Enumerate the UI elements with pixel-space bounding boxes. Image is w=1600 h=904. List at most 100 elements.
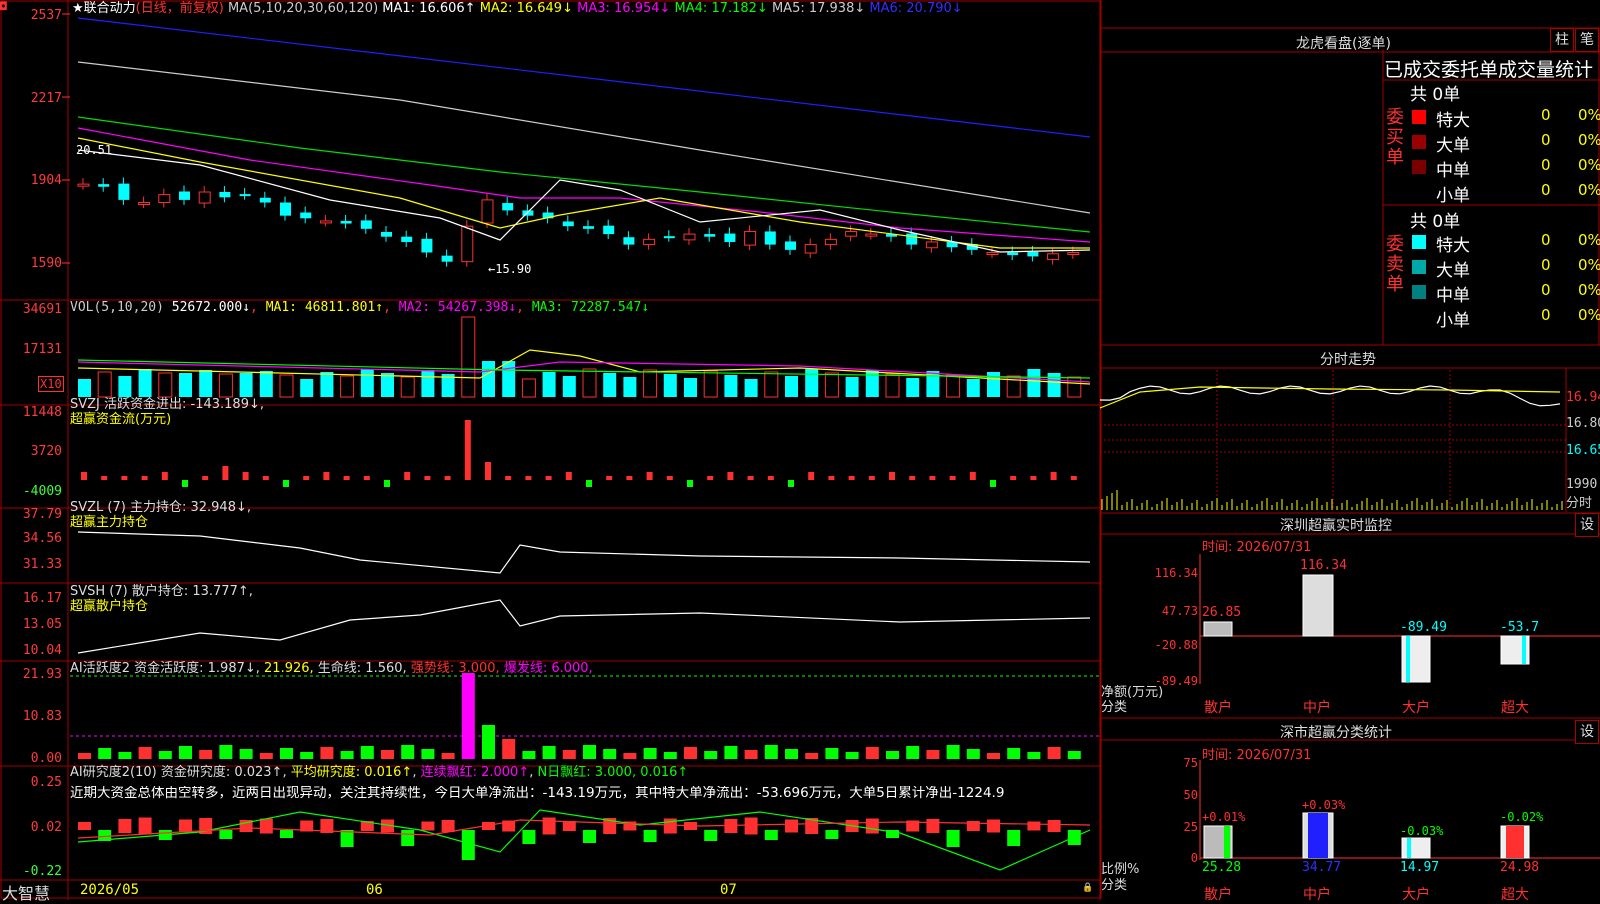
svzj-sub: 超赢资金流(万元) — [70, 412, 172, 427]
activity-bar — [381, 750, 394, 759]
candle-up — [744, 230, 757, 246]
fund-bar-in — [1050, 472, 1057, 480]
ai2-lx: 连续飘红: 2.000↑ — [420, 765, 530, 780]
classify-change: -0.03% — [1400, 824, 1444, 838]
svsh-sub: 超赢散户持仓 — [70, 599, 149, 614]
vol-bar-down — [179, 373, 192, 397]
main-panel-header: ★联合动力(日线，前复权) MA(5,10,20,30,60,120) MA1:… — [72, 2, 963, 16]
vol-bar-down — [300, 379, 314, 397]
vol-bar-up — [279, 374, 294, 398]
research-bar-up — [865, 818, 879, 834]
vol-bar-down — [78, 379, 91, 397]
classify-title: 深市超赢分类统计 — [1280, 725, 1392, 741]
research-bar-up — [179, 819, 192, 833]
fund-bar-in — [262, 476, 269, 480]
svzl-axis-label: 34.56 — [22, 531, 62, 546]
fund-bar-in — [101, 476, 108, 480]
vol-bar-up — [582, 368, 597, 398]
bar-mode-button[interactable]: 柱 — [1550, 28, 1574, 52]
activity-bar — [360, 746, 374, 759]
activity-bar — [865, 747, 879, 759]
ai1-axis-label: 0.00 — [30, 751, 62, 766]
fund-bar-out — [283, 480, 289, 487]
vol-bar-down — [987, 372, 1000, 397]
svzj-axis-label: -4009 — [22, 484, 62, 499]
vol-bar-down — [138, 369, 152, 397]
vol-bar-down — [663, 374, 677, 397]
research-bar-up — [259, 818, 273, 834]
ai1-title: AI活跃度2 资金活跃度: 1.987↓, — [70, 661, 260, 676]
activity-bar — [78, 753, 91, 759]
activity-bar — [219, 745, 233, 759]
fund-bar-in — [464, 420, 471, 480]
candle-down — [603, 225, 615, 235]
buy-row-swatch — [1412, 110, 1426, 124]
candle-down — [441, 255, 453, 262]
vol-bar-up — [764, 371, 779, 398]
high-price-note: 20.51 — [76, 143, 113, 157]
vol-bar-up — [885, 373, 900, 398]
ma1-value: MA1: 16.606↑ — [382, 1, 476, 16]
ma2-value: MA2: 16.649↓ — [479, 1, 573, 16]
activity-bar — [805, 753, 819, 759]
dragon-title: 龙虎看盘(逐单) — [1296, 36, 1391, 52]
vol-ma3: MA3: 72287.547↓ — [531, 300, 650, 315]
fund-bar-in — [868, 476, 875, 480]
activity-bar — [583, 745, 596, 759]
sell-row-name: 中单 — [1436, 286, 1470, 306]
monitor-settings-button[interactable]: 设 — [1575, 513, 1599, 537]
star-icon: ★ — [72, 1, 84, 16]
fund-bar-in — [646, 472, 653, 480]
activity-bar — [239, 749, 253, 759]
candle-down — [179, 191, 190, 200]
research-bar-up — [1027, 821, 1041, 831]
activity-bar — [1047, 747, 1061, 759]
buy-row-name: 小单 — [1436, 186, 1470, 206]
sell-total: 共 0单 — [1410, 212, 1461, 232]
sell-row-swatch — [1412, 235, 1426, 249]
fund-bar-in — [828, 476, 835, 480]
candle-up — [138, 202, 151, 206]
tick-mode-button[interactable]: 笔 — [1575, 28, 1599, 52]
activity-bar — [138, 747, 152, 759]
vol-axis-label: 17131 — [22, 342, 62, 357]
buy-row-name: 特大 — [1436, 111, 1470, 131]
ai1-axis-label: 21.93 — [22, 667, 62, 682]
candle-up — [845, 230, 858, 237]
vol-bar-down — [1027, 369, 1041, 397]
sell-row-count: 0 — [1541, 256, 1551, 274]
fund-bar-in — [565, 472, 572, 480]
activity-bar — [401, 745, 415, 759]
sell-row-swatch — [1412, 260, 1426, 274]
fenshi-axis: 16.65 — [1566, 443, 1600, 458]
classify-settings-button[interactable]: 设 — [1575, 720, 1599, 744]
fund-bar-out — [990, 480, 996, 487]
candle-down — [280, 202, 291, 216]
fund-bar-out — [687, 480, 693, 487]
dragon-tabs[interactable]: 已成交委托单成交量统计 — [1384, 55, 1593, 82]
classify-change: +0.03% — [1302, 798, 1346, 812]
classify-bar-large — [1401, 837, 1431, 859]
price-axis-label: 2217 — [30, 91, 62, 106]
svsh-axis-label: 10.04 — [22, 643, 62, 658]
classify-axis: 75 — [1183, 756, 1198, 770]
classify-axis: 25 — [1183, 820, 1198, 834]
sell-row-count: 0 — [1541, 281, 1551, 299]
activity-bar — [845, 752, 859, 759]
fund-bar-in — [1010, 476, 1017, 480]
monitor-value: -89.49 — [1400, 620, 1447, 635]
candle-up — [643, 238, 656, 246]
buy-row-swatch — [1412, 135, 1426, 149]
candle-down — [360, 220, 372, 229]
research-bar-up — [138, 817, 152, 835]
monitor-value: -53.7 — [1500, 620, 1540, 635]
ai2-header: AI研究度2(10) 资金研究度: 0.023↑, 平均研究度: 0.016↑,… — [70, 765, 689, 780]
candle-up — [1047, 253, 1060, 261]
date-label: 06 — [366, 882, 383, 898]
buy-row-pct: 0% — [1578, 181, 1600, 199]
lock-icon[interactable]: 🔒 — [1082, 883, 1093, 893]
candle-down — [381, 231, 392, 237]
monitor-axis: 116.34 — [1154, 566, 1198, 580]
ai1-v5: 爆发线: 6.000, — [503, 661, 593, 676]
candle-down — [340, 220, 352, 224]
